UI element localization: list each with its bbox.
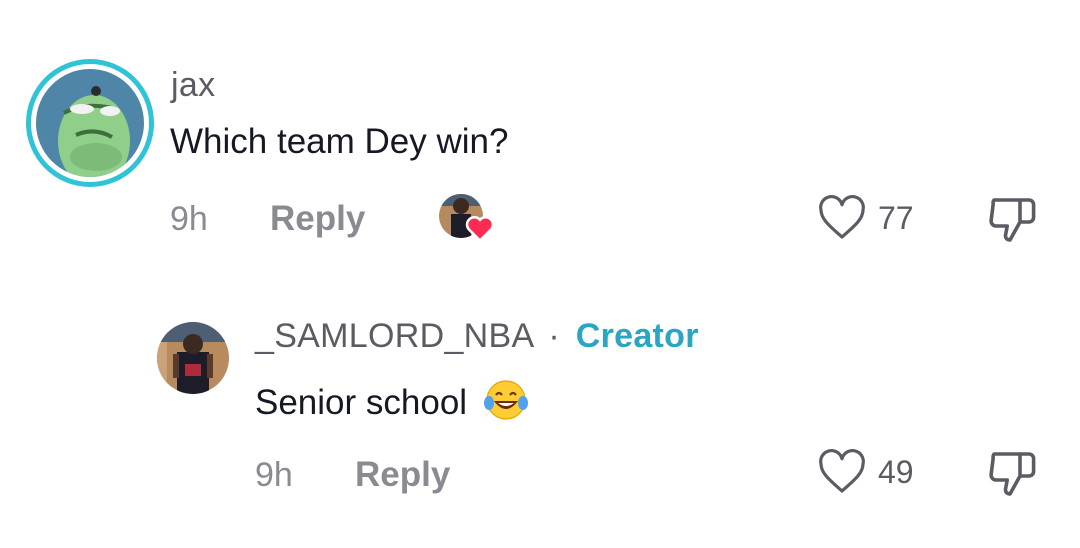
laughing-tears-emoji-icon [483, 377, 529, 432]
comment-text: Which team Dey win? [170, 122, 509, 161]
reply-comment-item: _SAMLORD_NBA · Creator Senior school 9h … [0, 300, 1080, 548]
creator-liked-indicator [437, 192, 497, 248]
comment-time: 9h [255, 456, 293, 494]
like-count: 49 [878, 453, 914, 490]
comment-username[interactable]: jax [171, 66, 215, 105]
comment-text-row: Senior school [255, 377, 529, 432]
creator-badge: Creator [575, 317, 699, 355]
heart-outline-icon [819, 449, 865, 493]
comment-header: _SAMLORD_NBA · Creator [255, 317, 699, 356]
comment-text: Senior school [255, 382, 468, 422]
comment-username[interactable]: _SAMLORD_NBA [255, 317, 533, 355]
heart-filled-icon [465, 216, 495, 242]
avatar[interactable] [157, 322, 229, 394]
reply-button[interactable]: Reply [355, 455, 450, 495]
dislike-button[interactable] [986, 448, 1040, 503]
dislike-button[interactable] [986, 194, 1040, 249]
like-count: 77 [878, 199, 914, 236]
thumbs-down-icon [989, 198, 1036, 242]
cartoon-avatar-icon [36, 69, 144, 177]
like-button[interactable]: 77 [816, 194, 914, 242]
comment-item: jax Which team Dey win? 9h Reply 77 [0, 0, 1080, 270]
comment-time: 9h [170, 200, 208, 238]
like-button[interactable]: 49 [816, 448, 914, 496]
reply-button[interactable]: Reply [270, 199, 365, 239]
avatar[interactable] [26, 59, 154, 187]
user-photo-icon [157, 322, 229, 394]
separator-dot: · [548, 317, 560, 355]
heart-outline-icon [819, 195, 865, 239]
thumbs-down-icon [989, 452, 1036, 496]
